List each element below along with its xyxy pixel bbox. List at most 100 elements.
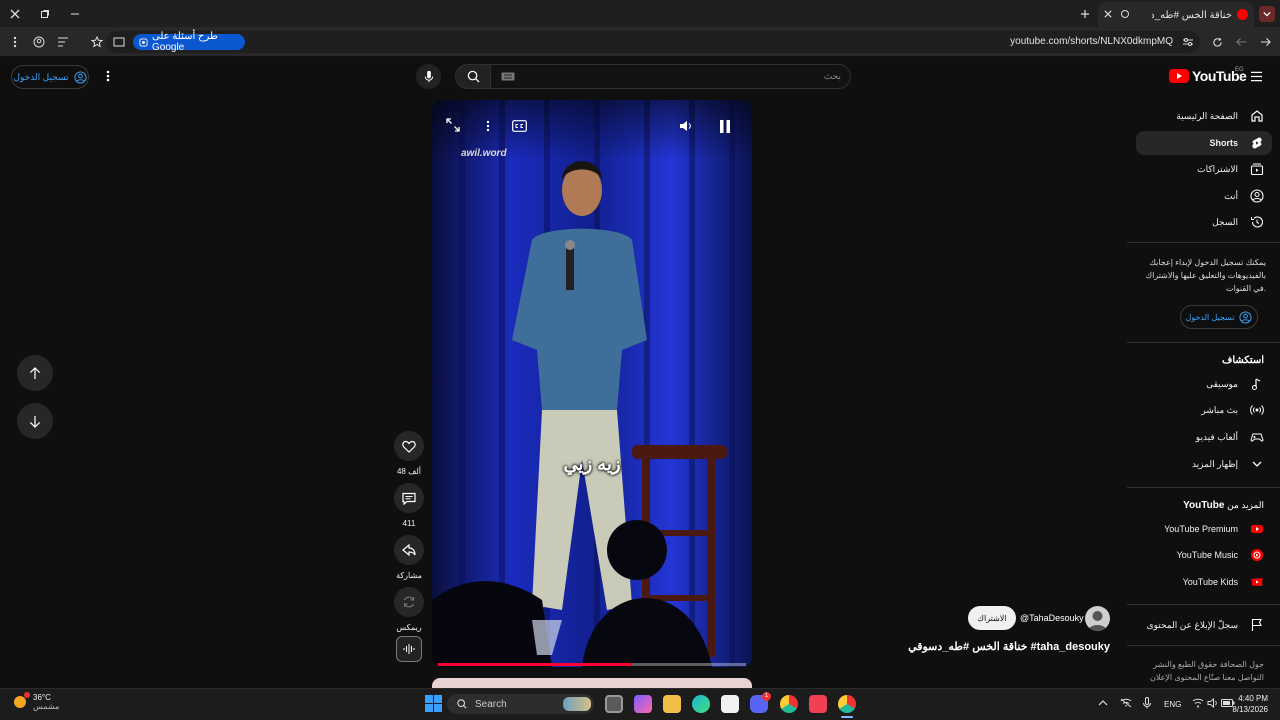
sidebar-item-history[interactable]: السجل	[1136, 210, 1272, 234]
subscribe-button[interactable]: الاشتراك	[968, 606, 1016, 630]
sidebar-item-label: السجل	[1212, 216, 1238, 227]
sidebar-item-label: إظهار المزيد	[1191, 458, 1238, 469]
active-tab[interactable]: خناقة الخس #طه_دسوقي #taha_desouky	[1098, 2, 1254, 27]
remix-action[interactable]: ريمكس	[393, 587, 425, 632]
guide-menu-icon[interactable]	[1248, 68, 1264, 84]
wifi-icon[interactable]	[1192, 698, 1204, 708]
site-info-icon[interactable]	[1181, 35, 1195, 49]
minimize-window-icon[interactable]	[68, 7, 82, 21]
close-tab-icon[interactable]	[1102, 8, 1114, 20]
network-off-icon[interactable]	[1120, 698, 1132, 708]
search-input[interactable]	[490, 64, 851, 89]
keyboard-icon[interactable]	[501, 72, 515, 81]
clock-time[interactable]: 4:40 PM	[1238, 694, 1268, 703]
url-text[interactable]: youtube.com/shorts/NLNX0dkmpMQ	[1010, 36, 1173, 47]
sidebar-divider	[1127, 242, 1280, 243]
sidebar-item-report[interactable]: سجلّ الإبلاغ عن المحتوى	[1136, 613, 1272, 637]
pocket-icon[interactable]	[809, 695, 827, 713]
chrome-beta-icon[interactable]	[780, 695, 798, 713]
edge-icon[interactable]	[692, 695, 710, 713]
reading-list-icon[interactable]	[56, 35, 70, 49]
live-icon	[1250, 403, 1264, 417]
sidebar-item-subscriptions[interactable]: الاشتراكات	[1136, 157, 1272, 181]
account-icon	[1250, 189, 1264, 203]
like-button[interactable]	[394, 431, 424, 461]
file-explorer-icon[interactable]	[663, 695, 681, 713]
remix-button[interactable]	[394, 587, 424, 617]
task-view-icon[interactable]	[605, 695, 623, 713]
sidebar-item-home[interactable]: الصفحة الرئيسية	[1136, 104, 1272, 128]
forward-icon[interactable]	[1234, 35, 1248, 49]
back-icon[interactable]	[1258, 35, 1272, 49]
profile-icon[interactable]	[32, 35, 46, 49]
comment-button[interactable]	[394, 483, 424, 513]
pause-icon[interactable]	[720, 120, 730, 133]
clock-date[interactable]: 8/13/2026	[1232, 705, 1268, 714]
close-window-icon[interactable]	[8, 7, 22, 21]
voice-search-icon[interactable]	[416, 64, 441, 89]
share-icon	[402, 544, 416, 556]
more-from-youtube-heading: YouTube المزيد من	[1183, 500, 1264, 511]
reload-icon[interactable]	[1210, 35, 1224, 49]
input-language[interactable]: ENG	[1164, 700, 1181, 709]
captions-icon[interactable]	[512, 120, 527, 132]
tab-search-icon[interactable]	[1259, 6, 1275, 22]
copilot-icon[interactable]	[634, 695, 652, 713]
sidebar-item-live[interactable]: بث مباشر	[1136, 398, 1272, 422]
sidebar-item-you[interactable]: أنت	[1136, 184, 1272, 208]
sidebar-item-shorts[interactable]: Shorts	[1136, 131, 1272, 155]
like-action[interactable]: 48 ألف	[393, 431, 425, 476]
shorts-icon	[1250, 136, 1264, 150]
volume-icon[interactable]	[679, 120, 693, 132]
sidebar-item-label: الاشتراكات	[1197, 163, 1238, 174]
sidebar-item-music[interactable]: موسيقى	[1136, 372, 1272, 396]
shorts-player[interactable]: awil.word زيه زيي	[432, 100, 752, 667]
weather-widget[interactable]: 36°C مشمس	[12, 693, 59, 711]
restore-window-icon[interactable]	[38, 7, 52, 21]
channel-handle[interactable]: @TahaDesouky	[1020, 613, 1084, 623]
settings-kebab-icon[interactable]	[100, 68, 116, 84]
comment-count: 411	[402, 519, 416, 528]
sidebar-divider	[1127, 487, 1280, 488]
ask-google-button[interactable]: طرح أسئلة على Google	[133, 31, 245, 53]
footer-links-1[interactable]: حول الصحافة حقوق الطبع والنشر	[1134, 658, 1264, 671]
menu-kebab-icon[interactable]	[8, 35, 22, 49]
progress-fill	[438, 663, 633, 666]
chevron-down-icon	[1250, 457, 1264, 471]
microphone-icon[interactable]	[1143, 697, 1151, 709]
sidebar-item-yt-kids[interactable]: YouTube Kids	[1136, 570, 1272, 594]
sidebar-signin-button[interactable]: تسجيل الدخول	[1180, 305, 1258, 329]
header-signin-button[interactable]: تسجيل الدخول	[11, 65, 89, 89]
next-short-preview[interactable]	[432, 678, 752, 688]
player-more-icon[interactable]	[486, 120, 490, 132]
share-action[interactable]: مشاركة	[393, 535, 425, 580]
speaker-icon[interactable]	[1207, 698, 1219, 708]
fullscreen-icon[interactable]	[446, 118, 460, 132]
sidebar-item-yt-music[interactable]: YouTube Music	[1136, 543, 1272, 567]
sidebar-item-label: ألعاب فيديو	[1195, 431, 1238, 442]
new-tab-icon[interactable]	[1078, 7, 1092, 21]
search-button[interactable]	[455, 64, 491, 89]
sidebar-item-yt-premium[interactable]: YouTube Premium	[1136, 517, 1272, 541]
comment-action[interactable]: 411	[393, 483, 425, 528]
sound-source-button[interactable]	[396, 636, 422, 662]
sidebar-item-gaming[interactable]: ألعاب فيديو	[1136, 425, 1272, 449]
share-button[interactable]	[394, 535, 424, 565]
footer-links-2[interactable]: التواصل معنا صنّاع المحتوى الإعلان	[1134, 671, 1264, 684]
start-button[interactable]	[425, 695, 442, 712]
search-icon	[467, 70, 480, 83]
progress-track[interactable]	[438, 663, 746, 666]
tray-chevron-icon[interactable]	[1098, 699, 1108, 706]
signin-note: يمكنك تسجيل الدخول لإبداء إعجابك بالفيدي…	[1145, 258, 1266, 293]
sidebar-item-label: YouTube Premium	[1164, 524, 1238, 534]
windows-logo-icon	[425, 695, 442, 712]
store-icon[interactable]	[721, 695, 739, 713]
sidebar-item-show-more[interactable]: إظهار المزيد	[1136, 452, 1272, 476]
previous-short-button[interactable]	[17, 355, 53, 391]
cast-icon[interactable]	[112, 35, 126, 49]
next-short-button[interactable]	[17, 403, 53, 439]
chrome-icon[interactable]	[838, 695, 856, 713]
channel-avatar[interactable]	[1085, 606, 1110, 631]
weather-desc: مشمس	[33, 702, 60, 711]
bookmark-star-icon[interactable]	[90, 35, 104, 49]
